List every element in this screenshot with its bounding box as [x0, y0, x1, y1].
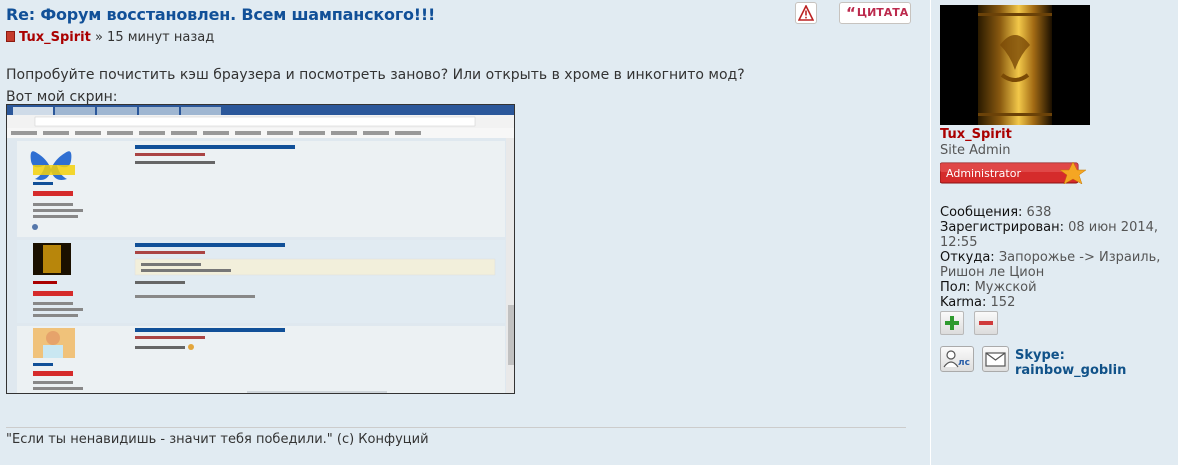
stat-posts: Сообщения: 638	[940, 205, 1052, 220]
post-profile: Tux_Spirit Site Admin Administrator Сооб…	[930, 0, 1178, 465]
karma-minus-button[interactable]	[974, 311, 998, 335]
stat-registered: Зарегистрирован: 08 июн 2014, 12:55	[940, 220, 1159, 250]
quote-label: ЦИТАТА	[856, 6, 909, 19]
stat-gender: Пол: Мужской	[940, 280, 1037, 295]
profile-username[interactable]: Tux_Spirit	[940, 127, 1012, 142]
profile-stats: Сообщения: 638 Зарегистрирован: 08 июн 2…	[940, 205, 1172, 310]
post-icon	[6, 31, 15, 42]
attached-screenshot[interactable]	[6, 104, 515, 394]
post-body: Re: Форум восстановлен. Всем шампанского…	[6, 0, 911, 465]
stat-karma: Karma: 152	[940, 295, 1016, 310]
user-icon: лс	[943, 350, 970, 368]
report-button[interactable]	[795, 2, 817, 24]
pm-button[interactable]: лс	[940, 346, 974, 372]
post-author-line: Tux_Spirit » 15 минут назад	[6, 30, 214, 45]
post-content-line: Попробуйте почистить кэш браузера и посм…	[6, 67, 745, 83]
warning-icon	[798, 5, 814, 21]
email-button[interactable]	[982, 346, 1009, 372]
post-title[interactable]: Re: Форум восстановлен. Всем шампанского…	[6, 5, 435, 24]
plus-icon	[945, 316, 959, 330]
karma-plus-button[interactable]	[940, 311, 964, 335]
avatar[interactable]	[940, 5, 1090, 125]
screenshot-image	[7, 105, 514, 393]
envelope-icon	[985, 352, 1006, 367]
pm-label: лс	[958, 358, 970, 368]
signature-separator	[6, 427, 906, 428]
rank-badge-label: Administrator	[946, 167, 1021, 180]
minus-icon	[979, 321, 993, 325]
time-separator: »	[94, 30, 103, 45]
quote-button[interactable]: “ЦИТАТА	[839, 2, 911, 24]
skype-label: Skype:	[1015, 348, 1065, 363]
stat-location: Откуда: Запорожье -> Израиль, Ришон ле Ц…	[940, 250, 1161, 280]
profile-rank: Site Admin	[940, 143, 1011, 158]
avatar-image	[940, 5, 1090, 125]
quote-icon: “	[846, 4, 856, 22]
skype-name[interactable]: rainbow_goblin	[1015, 363, 1126, 378]
post: Re: Форум восстановлен. Всем шампанского…	[0, 0, 1178, 465]
post-author[interactable]: Tux_Spirit	[19, 30, 91, 45]
rank-badge: Administrator	[940, 162, 1087, 184]
skype-contact[interactable]: Skype: rainbow_goblin	[1015, 348, 1126, 378]
signature: "Если ты ненавидишь - значит тебя победи…	[6, 432, 429, 447]
post-time: 15 минут назад	[107, 30, 215, 45]
post-content: Попробуйте почистить кэш браузера и посм…	[6, 64, 745, 108]
